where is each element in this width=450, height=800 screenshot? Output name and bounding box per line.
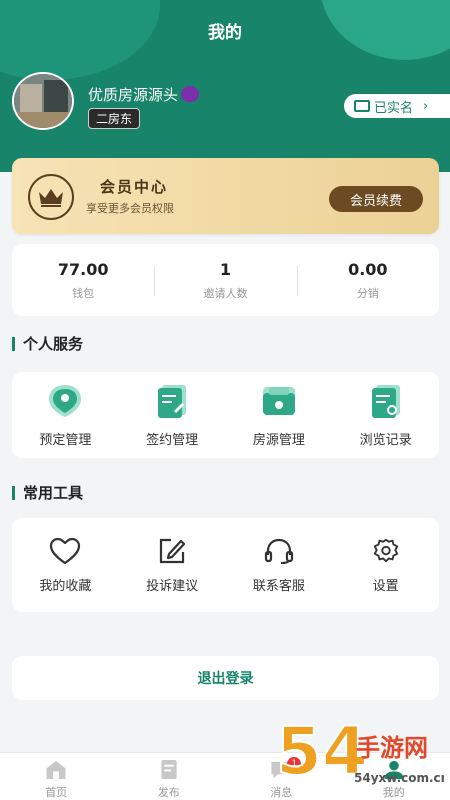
service-label: 房源管理 — [252, 432, 305, 448]
stat-distribution[interactable]: 0.00 分销 — [296, 259, 439, 301]
service-label: 签约管理 — [146, 432, 199, 448]
role-tag: 二房东 — [88, 108, 141, 129]
tool-settings[interactable]: 设置 — [332, 518, 439, 612]
member-center-subtitle: 享受更多会员权限 — [86, 202, 174, 215]
section-accent-bar — [12, 485, 15, 500]
home-icon — [46, 760, 66, 780]
tab-home[interactable]: 首页 — [0, 753, 113, 800]
tool-label: 我的收藏 — [39, 578, 92, 594]
user-name-text: 优质房源源头 — [88, 86, 179, 104]
watermark-domain: 54yxw.com.cn — [354, 771, 444, 785]
tool-favorites[interactable]: 我的收藏 — [12, 518, 119, 612]
section-title-personal-service: 个人服务 — [12, 333, 83, 354]
service-house-manage[interactable]: 房源管理 — [226, 372, 333, 458]
stat-value: 0.00 — [348, 259, 388, 279]
tool-label: 联系客服 — [252, 578, 305, 594]
stat-value: 1 — [219, 259, 232, 279]
member-center-card[interactable]: 会员中心 享受更多会员权限 会员续费 — [12, 158, 439, 234]
booking-icon — [49, 384, 82, 417]
watermark-suffix: 手游网 — [356, 734, 428, 762]
edit-icon — [160, 538, 186, 563]
avatar[interactable] — [12, 72, 74, 130]
contract-icon — [158, 384, 187, 418]
tool-feedback[interactable]: 投诉建议 — [119, 518, 226, 612]
stat-label: 分销 — [356, 286, 379, 300]
crown-icon — [28, 174, 74, 220]
tab-publish[interactable]: 发布 — [113, 753, 226, 800]
logout-button[interactable]: 退出登录 — [12, 656, 439, 700]
house-manage-icon — [262, 386, 295, 415]
tools-card: 我的收藏 投诉建议 联系客服 设置 — [12, 518, 439, 612]
section-accent-bar — [12, 336, 15, 351]
member-center-title: 会员中心 — [100, 178, 169, 196]
chevron-right-icon: › — [423, 98, 429, 114]
service-label: 浏览记录 — [359, 432, 412, 448]
id-card-icon — [354, 100, 370, 112]
renew-membership-button[interactable]: 会员续费 — [329, 186, 423, 212]
verified-button[interactable]: 已实名 › — [344, 94, 450, 118]
devil-emoji-icon — [181, 86, 200, 102]
gear-icon — [373, 538, 398, 562]
site-watermark-logo: 54 手游网 54yxw.com.cn — [275, 712, 444, 791]
tool-customer-service[interactable]: 联系客服 — [226, 518, 333, 612]
service-history[interactable]: 浏览记录 — [332, 372, 439, 458]
stat-value: 77.00 — [57, 259, 109, 279]
service-label: 预定管理 — [39, 432, 92, 448]
profile-header: 我的 优质房源源头 二房东 已实名 › — [0, 0, 450, 172]
stat-invites[interactable]: 1 邀请人数 — [154, 260, 296, 301]
section-title-tools: 常用工具 — [12, 482, 83, 503]
verified-label: 已实名 — [374, 100, 414, 116]
heart-icon — [50, 537, 81, 564]
tool-label: 投诉建议 — [146, 578, 199, 594]
tab-label: 发布 — [157, 786, 180, 799]
user-name: 优质房源源头 — [88, 84, 200, 105]
section-title-text: 常用工具 — [23, 484, 84, 502]
publish-icon — [161, 759, 177, 780]
service-contract[interactable]: 签约管理 — [119, 372, 226, 458]
stat-label: 邀请人数 — [203, 286, 248, 300]
section-title-text: 个人服务 — [23, 335, 84, 353]
page-title: 我的 — [208, 23, 242, 43]
tool-label: 设置 — [372, 578, 399, 594]
service-booking[interactable]: 预定管理 — [12, 372, 119, 458]
tab-label: 首页 — [45, 786, 68, 799]
personal-service-card: 预定管理 签约管理 房源管理 浏览记录 — [12, 372, 439, 458]
stat-label: 钱包 — [72, 286, 95, 300]
stat-wallet[interactable]: 77.00 钱包 — [12, 260, 154, 301]
history-icon — [371, 384, 400, 418]
headset-icon — [264, 538, 293, 564]
stats-card: 77.00 钱包 1 邀请人数 0.00 分销 — [12, 244, 439, 316]
